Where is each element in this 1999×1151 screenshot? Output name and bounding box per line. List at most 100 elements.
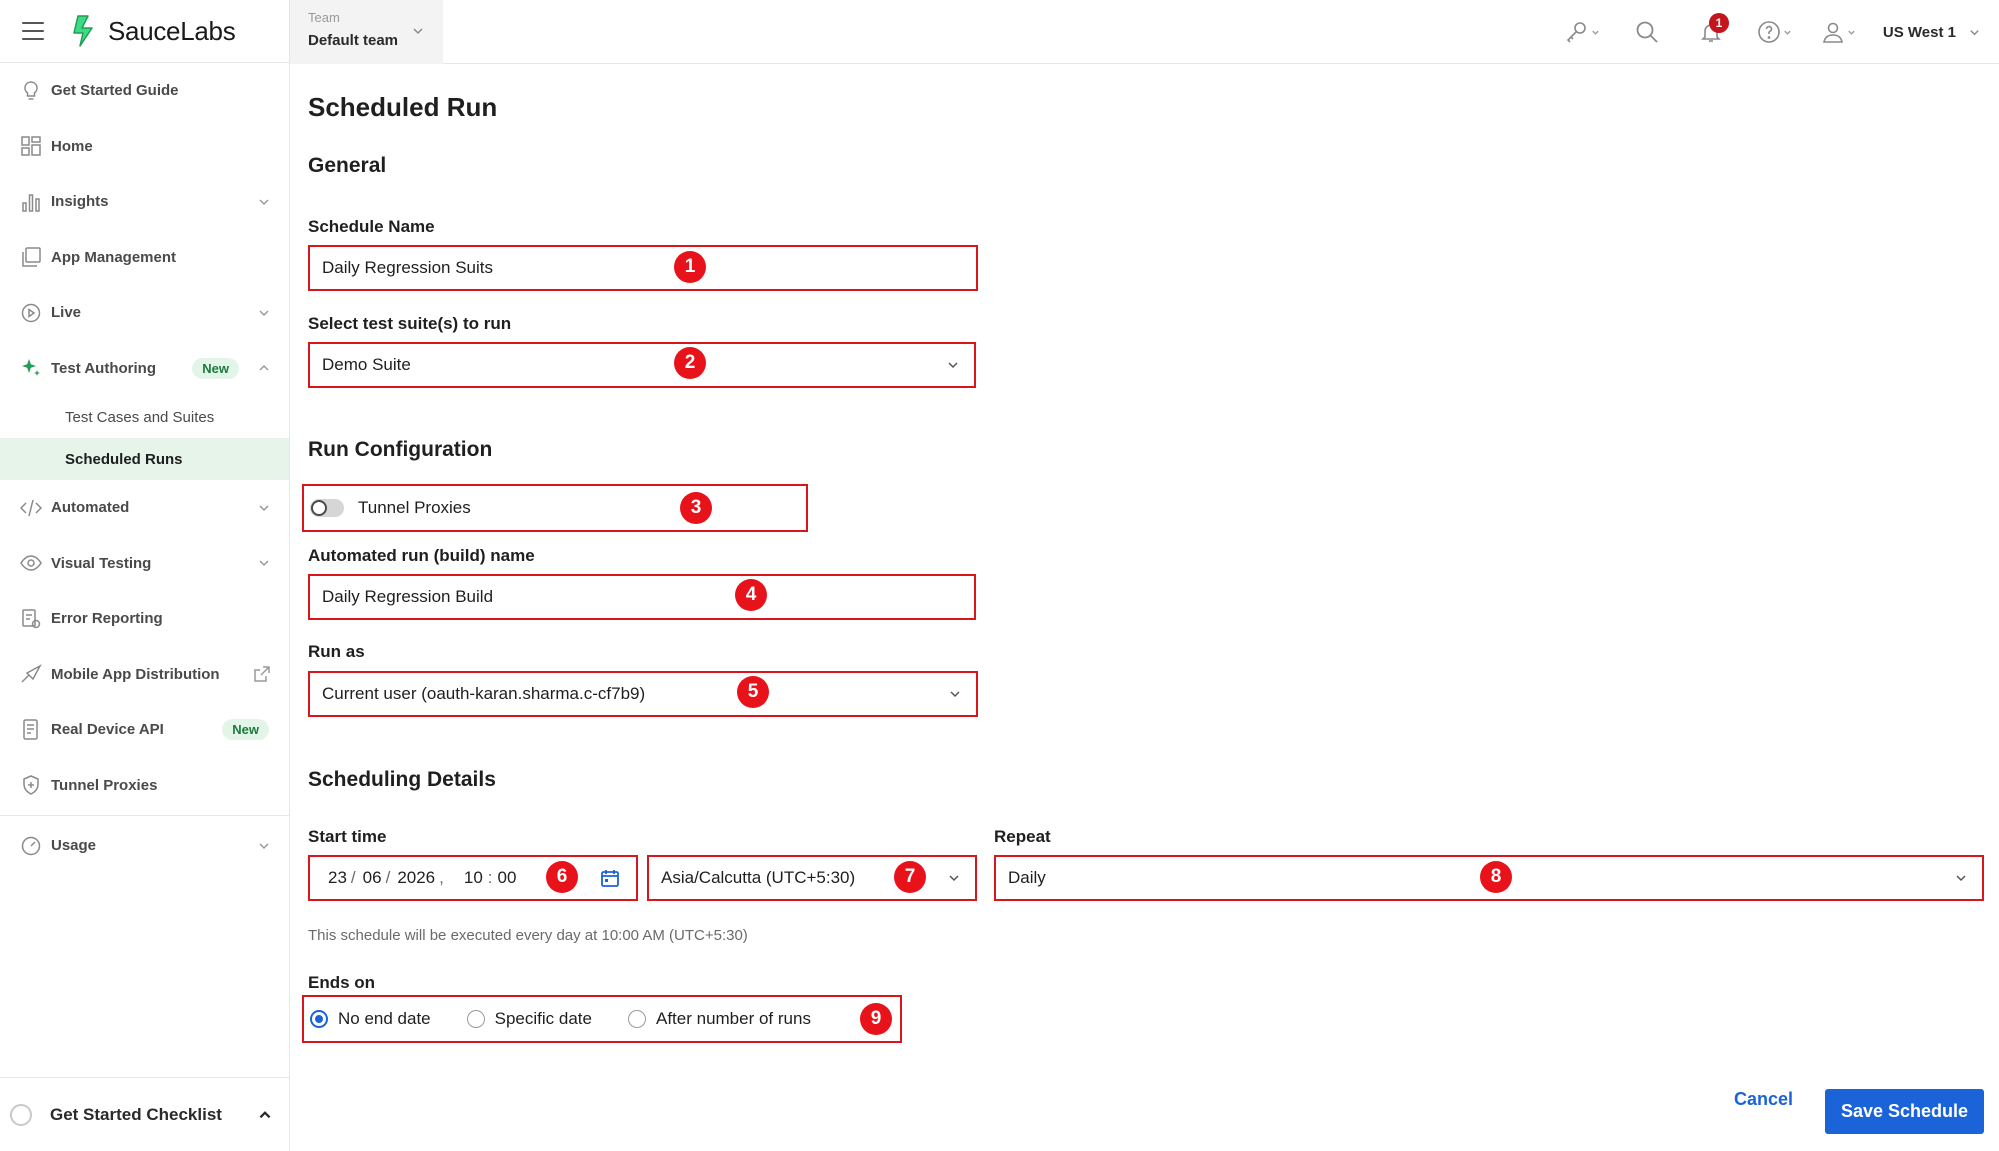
chevron-down-icon — [1784, 30, 1792, 35]
run-as-select[interactable]: Current user (oauth-karan.sharma.c-cf7b9… — [308, 671, 978, 717]
user-icon — [1823, 22, 1844, 43]
brand-name: SauceLabs — [108, 15, 236, 46]
new-badge: New — [222, 719, 269, 741]
start-time-input[interactable]: 23/ 06/ 2026, 10: 00 — [308, 855, 638, 901]
sidebar: SauceLabs Get Started Guide Home Insight… — [0, 0, 290, 1151]
chevron-down-icon — [259, 310, 269, 316]
radio-specific-date[interactable] — [466, 1010, 485, 1028]
chevron-down-icon — [1592, 30, 1600, 35]
sidebar-item-usage[interactable]: Usage — [0, 818, 289, 874]
test-suite-select[interactable]: Demo Suite — [308, 342, 976, 388]
new-badge: New — [192, 357, 239, 379]
sidebar-nav: Get Started Guide Home Insights App Mana… — [0, 63, 289, 396]
saucelabs-logo-icon[interactable] — [68, 14, 102, 48]
section-title-scheduling-details: Scheduling Details — [308, 768, 496, 791]
annotation-marker-8: 8 — [1480, 861, 1512, 893]
search-button[interactable] — [1627, 12, 1667, 52]
timezone-value: Asia/Calcutta (UTC+5:30) — [661, 868, 856, 887]
sidebar-item-label: Automated — [51, 499, 130, 517]
distribution-icon — [20, 663, 42, 685]
sidebar-item-get-started-guide[interactable]: Get Started Guide — [0, 63, 289, 119]
ends-on-after-runs[interactable]: After number of runs — [627, 1009, 811, 1029]
date-separator: / — [385, 868, 391, 887]
start-day[interactable]: 23 — [328, 868, 347, 888]
sidebar-item-visual-testing[interactable]: Visual Testing — [0, 536, 289, 592]
start-time-label: Start time — [308, 827, 387, 846]
section-title-run-configuration: Run Configuration — [308, 438, 493, 461]
checklist-progress-icon — [10, 1103, 32, 1126]
tunnel-proxies-toggle[interactable] — [310, 499, 344, 517]
sidebar-item-label: Usage — [51, 837, 97, 855]
build-name-value: Daily Regression Build — [322, 587, 494, 606]
notifications-button[interactable]: 1 — [1691, 12, 1731, 52]
region-selector[interactable]: US West 1 — [1883, 24, 1981, 41]
chevron-up-icon — [259, 365, 269, 371]
annotation-marker-5: 5 — [737, 676, 769, 708]
divider — [0, 815, 289, 816]
run-as-label: Run as — [308, 642, 365, 661]
get-started-checklist[interactable]: Get Started Checklist — [0, 1077, 289, 1151]
sidebar-item-test-authoring[interactable]: Test Authoring New — [0, 341, 289, 397]
sidebar-item-real-device-api[interactable]: Real Device API New — [0, 702, 289, 758]
sidebar-item-mobile-app-distribution[interactable]: Mobile App Distribution — [0, 647, 289, 703]
code-icon — [20, 497, 42, 519]
chevron-down-icon — [948, 362, 958, 369]
sidebar-item-error-reporting[interactable]: Error Reporting — [0, 591, 289, 647]
sidebar-item-label: Mobile App Distribution — [51, 665, 220, 683]
ends-on-no-end-date[interactable]: No end date — [310, 1009, 431, 1029]
chevron-down-icon — [259, 560, 269, 567]
help-button[interactable] — [1755, 12, 1795, 52]
team-selector[interactable]: Team Default team — [290, 0, 443, 64]
schedule-hint: This schedule will be executed every day… — [308, 927, 748, 944]
app-stack-icon — [20, 246, 42, 268]
sidebar-item-insights[interactable]: Insights — [0, 174, 289, 230]
start-month[interactable]: 06 — [363, 868, 382, 888]
menu-icon[interactable] — [22, 22, 44, 40]
save-schedule-button[interactable]: Save Schedule — [1825, 1089, 1984, 1134]
schedule-name-input[interactable]: Daily Regression Suits — [308, 245, 978, 291]
sidebar-item-automated[interactable]: Automated — [0, 480, 289, 536]
annotation-marker-6: 6 — [546, 861, 578, 893]
chevron-up-icon — [259, 1110, 271, 1118]
build-name-input[interactable]: Daily Regression Build — [308, 574, 976, 620]
start-minute[interactable]: 00 — [498, 868, 517, 888]
sidebar-item-live[interactable]: Live — [0, 285, 289, 341]
date-separator: , — [439, 868, 444, 887]
chevron-down-icon — [949, 875, 959, 882]
ends-on-label: Ends on — [308, 973, 376, 992]
sidebar-item-label: Real Device API — [51, 721, 164, 739]
timezone-select[interactable]: Asia/Calcutta (UTC+5:30) — [647, 855, 977, 901]
sidebar-item-label: Insights — [51, 193, 109, 211]
key-icon — [1567, 22, 1587, 43]
sidebar-item-label: Test Authoring — [51, 359, 156, 377]
chevron-down-icon — [950, 691, 960, 698]
annotation-marker-7: 7 — [894, 861, 926, 893]
radio-label: Specific date — [494, 1009, 592, 1028]
sidebar-subitem-scheduled-runs[interactable]: Scheduled Runs — [0, 438, 289, 480]
top-bar: Team Default team 1 US West 1 — [290, 0, 1999, 64]
tunnel-proxies-label: Tunnel Proxies — [358, 498, 471, 517]
sidebar-item-label: Visual Testing — [51, 554, 152, 572]
calendar-icon[interactable] — [600, 868, 620, 888]
cancel-button[interactable]: Cancel — [1734, 1089, 1793, 1110]
page-title: Scheduled Run — [308, 92, 498, 122]
start-year[interactable]: 2026 — [397, 868, 435, 888]
sidebar-item-home[interactable]: Home — [0, 119, 289, 175]
play-circle-icon — [20, 302, 42, 324]
radio-no-end-date[interactable] — [310, 1010, 328, 1028]
sidebar-item-tunnel-proxies[interactable]: Tunnel Proxies — [0, 758, 289, 814]
user-menu-button[interactable] — [1819, 12, 1859, 52]
annotation-marker-3: 3 — [680, 492, 712, 524]
ends-on-specific-date[interactable]: Specific date — [466, 1009, 592, 1029]
main-content: Scheduled Run General Schedule Name Dail… — [290, 70, 1999, 1151]
time-separator: : — [487, 868, 493, 887]
sidebar-subitem-test-cases-and-suites[interactable]: Test Cases and Suites — [0, 396, 289, 438]
sidebar-item-app-management[interactable]: App Management — [0, 230, 289, 286]
start-hour[interactable]: 10 — [464, 868, 483, 888]
tunnel-proxies-toggle-row[interactable]: Tunnel Proxies — [302, 484, 808, 532]
sidebar-item-label: Tunnel Proxies — [51, 776, 158, 794]
checklist-label: Get Started Checklist — [50, 1104, 222, 1124]
radio-after-runs[interactable] — [627, 1010, 646, 1028]
access-key-button[interactable] — [1563, 12, 1603, 52]
search-icon — [1636, 21, 1658, 43]
